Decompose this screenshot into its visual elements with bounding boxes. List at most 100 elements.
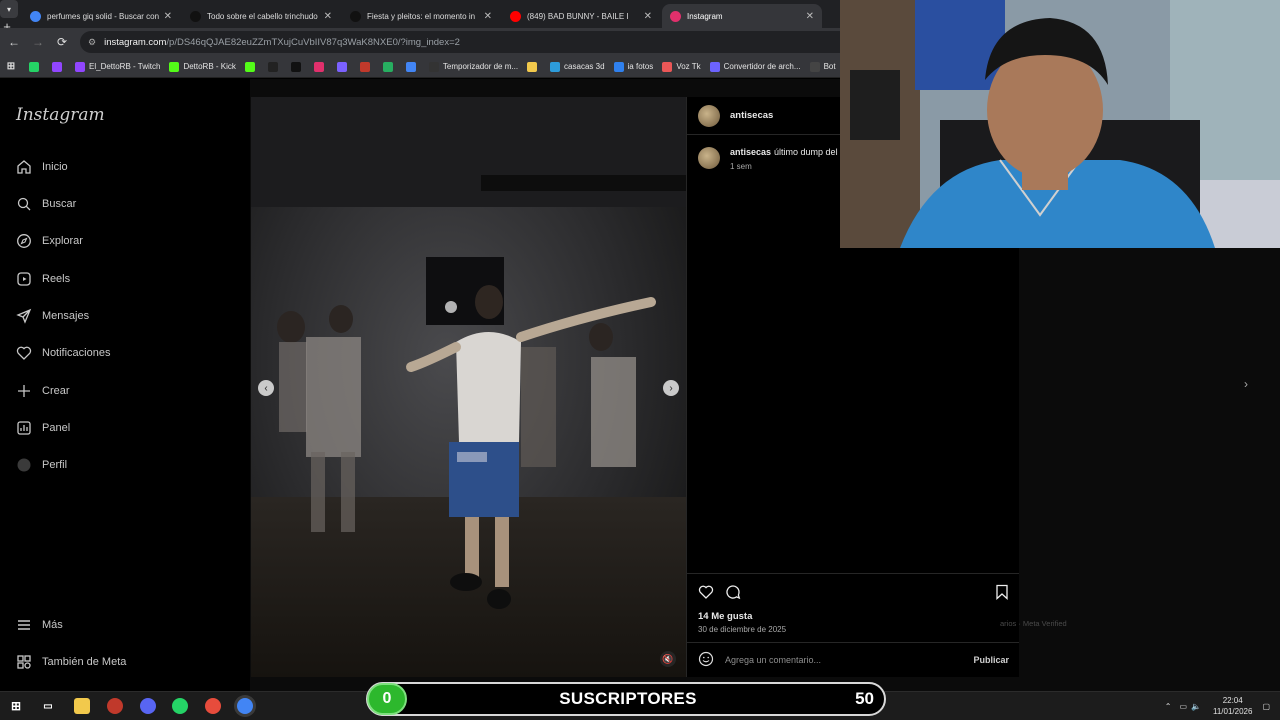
- bookmark-item[interactable]: [29, 61, 43, 72]
- app-icon[interactable]: [107, 698, 123, 714]
- nav-crear[interactable]: Crear: [16, 383, 70, 399]
- discord-icon[interactable]: [140, 698, 156, 714]
- subscriber-counter: 0 SUSCRIPTORES 50: [366, 682, 886, 716]
- comment-input[interactable]: Agrega un comentario...: [725, 655, 973, 665]
- like-icon[interactable]: [698, 584, 714, 605]
- subscriber-label: SUSCRIPTORES: [559, 689, 697, 708]
- obs-icon[interactable]: [205, 698, 221, 714]
- footer-links[interactable]: arios · Meta Verified: [1000, 619, 1067, 628]
- tab-1[interactable]: perfumes giq solid - Buscar con ✕: [22, 4, 180, 28]
- file-explorer-icon[interactable]: [74, 698, 90, 714]
- bookmark-item[interactable]: Bot: [809, 61, 836, 72]
- tab-5[interactable]: Instagram ✕: [662, 4, 822, 28]
- mute-icon[interactable]: 🔇: [660, 651, 676, 667]
- nav-label: Buscar: [42, 198, 77, 210]
- nav-explorar[interactable]: Explorar: [16, 233, 83, 249]
- tab-2[interactable]: Todo sobre el cabello trinchudo ✕: [182, 4, 340, 28]
- app-icon: [382, 61, 393, 72]
- image-icon: [550, 61, 561, 72]
- save-icon[interactable]: [995, 584, 1009, 605]
- task-view-icon[interactable]: ▭: [40, 698, 56, 714]
- caption-time[interactable]: 1 sem: [730, 162, 838, 171]
- tray-chevron-icon[interactable]: ⌃: [1165, 702, 1172, 711]
- bookmark-item[interactable]: [359, 61, 374, 72]
- caption-text: último dump del: [774, 147, 838, 157]
- nav-notificaciones[interactable]: Notificaciones: [16, 345, 110, 361]
- bookmark-item[interactable]: [267, 61, 282, 72]
- comment-icon[interactable]: [725, 584, 741, 605]
- bookmark-item[interactable]: ia fotos: [613, 61, 653, 72]
- meta-icon: [16, 654, 32, 670]
- like-count[interactable]: 14 Me gusta: [698, 611, 752, 622]
- nav-label: Inicio: [42, 161, 68, 173]
- bookmark-item[interactable]: [527, 61, 541, 72]
- bookmark-item[interactable]: [313, 61, 328, 72]
- close-icon[interactable]: ✕: [806, 11, 814, 22]
- tab-4[interactable]: (849) BAD BUNNY - BAILE I ✕: [502, 4, 660, 28]
- nav-label: Mensajes: [42, 310, 90, 322]
- tiktok-icon: [350, 10, 361, 22]
- notifications-icon[interactable]: ▢: [1262, 702, 1270, 711]
- bookmark-label: DettoRB - Kick: [183, 62, 236, 71]
- publish-button[interactable]: Publicar: [973, 655, 1009, 665]
- address-bar[interactable]: ⚙ instagram.com/p/DS46qQJAE82euZZmTXujCu…: [80, 31, 840, 53]
- bookmark-label: Temporizador de m...: [442, 62, 519, 71]
- nav-panel[interactable]: Panel: [16, 420, 70, 436]
- nav-inicio[interactable]: Inicio: [16, 159, 68, 175]
- avatar[interactable]: [698, 104, 720, 127]
- nav-more[interactable]: Más: [16, 617, 63, 633]
- emoji-icon[interactable]: [698, 651, 714, 669]
- bookmark-item[interactable]: Voz Tk: [662, 61, 701, 72]
- reload-button[interactable]: ⟳: [54, 34, 70, 50]
- x-icon: [290, 61, 301, 72]
- post-username[interactable]: antisecas: [730, 110, 773, 121]
- caption-username[interactable]: antisecas: [730, 147, 771, 157]
- nav-mensajes[interactable]: Mensajes: [16, 308, 89, 324]
- next-post-arrow-icon[interactable]: ›: [1244, 377, 1248, 391]
- carousel-prev-button[interactable]: ‹: [258, 380, 274, 396]
- bookmark-item[interactable]: [336, 61, 351, 72]
- network-icon[interactable]: ▭: [1179, 702, 1187, 711]
- bookmark-item[interactable]: [52, 61, 66, 72]
- close-icon[interactable]: ✕: [644, 11, 652, 22]
- post-video[interactable]: ‹ › 🔇: [251, 97, 686, 677]
- google-icon: [30, 10, 41, 22]
- nav-reels[interactable]: Reels: [16, 271, 70, 287]
- tab-search-button[interactable]: ▾: [0, 0, 18, 18]
- app-icon: [359, 61, 370, 72]
- nav-label: Panel: [42, 422, 71, 434]
- forward-button[interactable]: →: [30, 34, 46, 50]
- bookmark-item[interactable]: [382, 61, 397, 72]
- apps-icon[interactable]: ⊞: [6, 61, 20, 72]
- bookmark-item[interactable]: Convertidor de arch...: [709, 61, 801, 72]
- panel-icon: [16, 420, 32, 436]
- bookmark-item[interactable]: [290, 61, 305, 72]
- app-icon: [662, 61, 673, 72]
- clock[interactable]: 22:04 11/01/2026: [1213, 695, 1252, 717]
- carousel-next-button[interactable]: ›: [663, 380, 679, 396]
- close-icon[interactable]: ✕: [164, 11, 172, 22]
- chrome-icon[interactable]: [237, 698, 253, 714]
- bookmark-item[interactable]: Temporizador de m...: [428, 61, 519, 72]
- bookmark-item[interactable]: DettoRB - Kick: [169, 61, 236, 72]
- close-icon[interactable]: ✕: [324, 11, 332, 22]
- bookmark-item[interactable]: [405, 61, 420, 72]
- whatsapp-icon[interactable]: [172, 698, 188, 714]
- tab-3[interactable]: Fiesta y pleitos: el momento in ✕: [342, 4, 500, 28]
- nav-perfil[interactable]: Perfil: [16, 457, 67, 473]
- caption-avatar[interactable]: [698, 147, 720, 169]
- bookmark-item[interactable]: El_DettoRB - Twitch: [75, 61, 160, 72]
- url-host: instagram.com: [104, 36, 167, 48]
- site-info-icon[interactable]: ⚙: [88, 37, 96, 48]
- volume-icon[interactable]: 🔈: [1191, 702, 1201, 711]
- bookmarks-bar: ⊞ El_DettoRB - Twitch DettoRB - Kick Tempo…: [0, 56, 840, 78]
- nav-also-from-meta[interactable]: También de Meta: [16, 654, 126, 670]
- bookmark-item[interactable]: casacas 3d: [550, 61, 605, 72]
- start-button[interactable]: ⊞: [8, 698, 24, 714]
- bookmark-item[interactable]: [244, 61, 259, 72]
- close-icon[interactable]: ✕: [484, 11, 492, 22]
- nav-buscar[interactable]: Buscar: [16, 196, 76, 212]
- instagram-logo[interactable]: Instagram: [16, 105, 105, 125]
- back-button[interactable]: ←: [6, 34, 22, 50]
- profile-icon: [16, 457, 32, 473]
